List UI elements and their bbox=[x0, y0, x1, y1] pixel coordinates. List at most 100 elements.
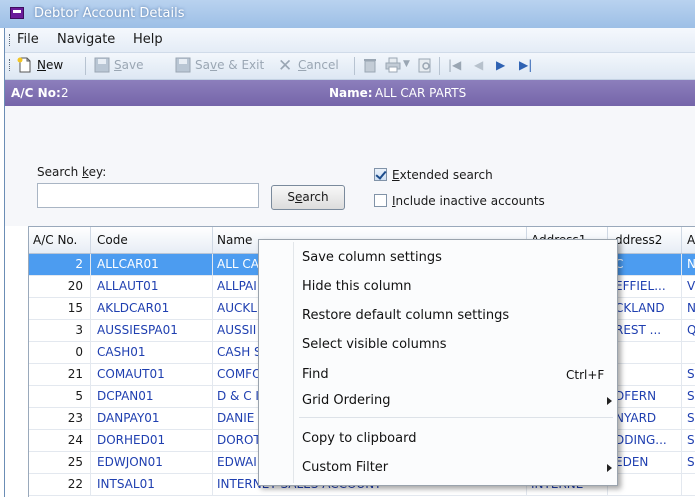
delete-icon[interactable] bbox=[362, 57, 378, 73]
context-menu-item[interactable]: Custom Filter bbox=[259, 454, 617, 482]
search-key-label: Search key: bbox=[37, 165, 107, 179]
column-header-address2[interactable]: ddress2 bbox=[615, 233, 662, 247]
table-cell-a: S bbox=[687, 433, 695, 447]
cell-divider bbox=[212, 474, 213, 495]
account-name-label: Name: bbox=[329, 86, 373, 100]
cell-divider bbox=[212, 298, 213, 319]
cell-divider bbox=[212, 276, 213, 297]
account-name-value: ALL CAR PARTS bbox=[375, 86, 467, 100]
cell-divider bbox=[212, 342, 213, 363]
cancel-icon: ✕ bbox=[278, 56, 293, 76]
column-header-a[interactable]: A bbox=[687, 233, 695, 247]
table-cell-ac: 24 bbox=[67, 433, 83, 447]
window-title: Debtor Account Details bbox=[34, 6, 185, 21]
table-cell-addr2: EDEN bbox=[615, 455, 649, 469]
table-cell-ac: 0 bbox=[75, 345, 83, 359]
context-menu-item[interactable]: Hide this column bbox=[259, 273, 617, 301]
submenu-arrow-icon bbox=[607, 397, 612, 405]
search-button[interactable]: Search bbox=[271, 185, 345, 210]
cell-divider bbox=[212, 364, 213, 385]
table-cell-ac: 25 bbox=[67, 455, 83, 469]
first-record-icon[interactable]: |◀ bbox=[448, 58, 464, 74]
table-cell-addr2: EFFIEL... bbox=[615, 279, 666, 293]
context-menu-item-label: Custom Filter bbox=[302, 460, 389, 475]
table-cell-ac: 15 bbox=[67, 301, 83, 315]
cell-divider bbox=[212, 408, 213, 429]
context-menu-shortcut: Ctrl+F bbox=[566, 368, 605, 382]
column-header-ac-no[interactable]: A/C No. bbox=[33, 233, 77, 247]
cell-divider bbox=[681, 298, 682, 319]
extended-search-checkbox[interactable] bbox=[374, 168, 387, 181]
menu-navigate[interactable]: Navigate bbox=[57, 32, 115, 47]
app-icon bbox=[10, 7, 24, 19]
table-cell-a: Q bbox=[687, 323, 695, 337]
print-icon[interactable] bbox=[385, 57, 401, 73]
column-header-code[interactable]: Code bbox=[97, 233, 128, 247]
cell-divider bbox=[681, 408, 682, 429]
save-button[interactable]: Save bbox=[114, 58, 143, 72]
cell-divider bbox=[681, 342, 682, 363]
cell-divider bbox=[90, 386, 91, 407]
context-menu-item-label: Grid Ordering bbox=[302, 393, 391, 408]
table-cell-code: COMAUT01 bbox=[97, 367, 165, 381]
table-cell-a: N bbox=[687, 257, 695, 271]
table-cell-a: S bbox=[687, 411, 695, 425]
previous-record-icon[interactable]: ◀ bbox=[474, 58, 490, 74]
search-input[interactable] bbox=[37, 183, 259, 208]
cell-divider bbox=[681, 254, 682, 275]
include-inactive-checkbox[interactable] bbox=[374, 194, 387, 207]
cell-divider bbox=[90, 452, 91, 473]
last-record-icon[interactable]: ▶| bbox=[519, 58, 535, 74]
menu-bar: File Navigate Help bbox=[5, 28, 695, 53]
save-exit-button[interactable]: Save & Exit bbox=[195, 58, 264, 72]
toolbar-separator bbox=[439, 57, 440, 75]
cell-divider bbox=[90, 364, 91, 385]
context-menu-item[interactable]: Restore default column settings bbox=[259, 302, 617, 330]
table-cell-ac: 22 bbox=[67, 477, 83, 491]
table-cell-code: DANPAY01 bbox=[97, 411, 160, 425]
save-exit-icon bbox=[175, 57, 191, 73]
account-number-label: A/C No: bbox=[11, 86, 61, 100]
table-cell-addr2: C bbox=[615, 257, 624, 271]
context-menu-item[interactable]: Grid Ordering bbox=[259, 387, 617, 415]
context-menu: Save column settings Hide this column Rest… bbox=[258, 239, 618, 486]
submenu-arrow-icon bbox=[607, 464, 612, 472]
preview-icon[interactable] bbox=[417, 57, 433, 73]
grip-icon[interactable] bbox=[9, 59, 13, 71]
cell-divider bbox=[90, 254, 91, 275]
table-cell-a: V bbox=[687, 279, 695, 293]
context-menu-item[interactable]: Save column settings bbox=[259, 244, 617, 272]
table-cell-code: ALLCAR01 bbox=[97, 257, 159, 271]
save-icon bbox=[94, 57, 110, 73]
menu-help[interactable]: Help bbox=[133, 32, 163, 47]
toolbar-separator bbox=[354, 57, 355, 75]
table-cell-a: S bbox=[687, 389, 695, 403]
cell-divider bbox=[212, 386, 213, 407]
new-button[interactable]: New bbox=[37, 58, 63, 72]
context-menu-item[interactable]: Copy to clipboard bbox=[259, 425, 617, 453]
context-menu-item-label: Hide this column bbox=[302, 279, 412, 294]
cell-divider bbox=[681, 320, 682, 341]
include-inactive-label[interactable]: Include inactive accounts bbox=[392, 194, 545, 208]
cell-divider bbox=[212, 254, 213, 275]
account-number-value: 2 bbox=[61, 86, 69, 100]
table-cell-ac: 23 bbox=[67, 411, 83, 425]
toolbar-separator bbox=[85, 57, 86, 75]
table-cell-ac: 5 bbox=[75, 389, 83, 403]
cancel-button[interactable]: Cancel bbox=[298, 58, 339, 72]
table-cell-ac: 2 bbox=[75, 257, 83, 271]
table-cell-code: CASH01 bbox=[97, 345, 146, 359]
cell-divider bbox=[90, 342, 91, 363]
table-cell-code: INTSAL01 bbox=[97, 477, 155, 491]
menu-file[interactable]: File bbox=[17, 32, 39, 47]
cell-divider bbox=[90, 430, 91, 451]
table-cell-a: S bbox=[687, 367, 695, 381]
context-menu-item[interactable]: Select visible columns bbox=[259, 331, 617, 359]
cell-divider bbox=[90, 474, 91, 495]
grip-icon[interactable] bbox=[9, 34, 13, 46]
next-record-icon[interactable]: ▶ bbox=[496, 58, 512, 74]
context-menu-item[interactable]: Find Ctrl+F bbox=[259, 361, 617, 389]
extended-search-label[interactable]: Extended search bbox=[392, 168, 493, 182]
context-menu-item-label: Copy to clipboard bbox=[302, 431, 417, 446]
column-header-name[interactable]: Name bbox=[217, 233, 252, 247]
